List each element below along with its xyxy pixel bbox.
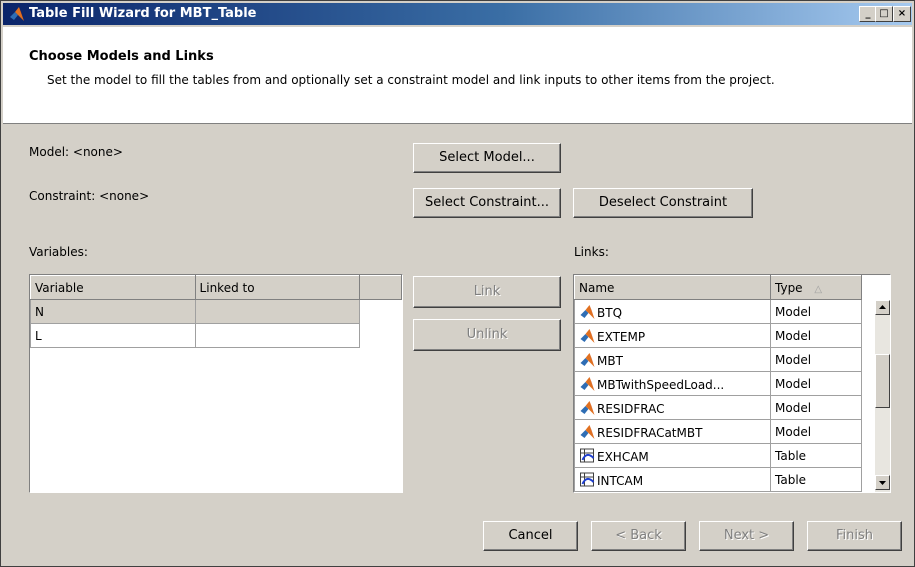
matlab-logo-icon	[10, 7, 24, 21]
link-type-cell[interactable]: Model	[770, 395, 862, 420]
link-button[interactable]: Link	[413, 276, 561, 308]
title-bar[interactable]: Table Fill Wizard for MBT_Table _ □ ×	[3, 3, 912, 25]
select-constraint-button[interactable]: Select Constraint...	[413, 188, 561, 218]
link-name: EXHCAM	[597, 449, 649, 464]
finish-button[interactable]: Finish	[807, 521, 902, 551]
step-title: Choose Models and Links	[29, 49, 214, 64]
unlink-button[interactable]: Unlink	[413, 319, 561, 351]
link-name: INTCAM	[597, 473, 644, 488]
column-header-variable[interactable]: Variable	[30, 275, 196, 300]
close-button[interactable]: ×	[893, 6, 911, 22]
link-row[interactable]: INTCAM Table	[574, 467, 862, 492]
sort-ascending-icon: △	[814, 283, 823, 295]
table-icon	[580, 472, 595, 486]
link-row[interactable]: EXHCAM Table	[574, 443, 862, 468]
link-row[interactable]: EXTEMP Model	[574, 323, 862, 348]
table-row[interactable]: L	[30, 323, 402, 348]
link-name: MBTwithSpeedLoad...	[597, 377, 725, 392]
scroll-up-button[interactable]	[875, 300, 890, 315]
link-row[interactable]: MBTwithSpeedLoad... Model	[574, 371, 862, 396]
scroll-down-button[interactable]	[875, 475, 890, 490]
link-row[interactable]: BTQ Model	[574, 299, 862, 324]
model-icon	[580, 304, 595, 319]
column-header-type[interactable]: Type △	[770, 275, 862, 300]
link-name-cell[interactable]: RESIDFRACatMBT	[574, 419, 771, 444]
model-label: Model: <none>	[29, 145, 123, 159]
variables-label: Variables:	[29, 245, 88, 259]
model-icon	[580, 376, 595, 391]
model-icon	[580, 400, 595, 415]
maximize-button[interactable]: □	[875, 6, 893, 22]
deselect-constraint-button[interactable]: Deselect Constraint	[573, 188, 753, 218]
links-scrollbar[interactable]	[875, 300, 890, 492]
link-type-cell[interactable]: Model	[770, 323, 862, 348]
linked-to-cell[interactable]	[194, 299, 361, 324]
link-name: BTQ	[597, 305, 623, 320]
wizard-header: Choose Models and Links Set the model to…	[3, 27, 912, 124]
column-header-type-label: Type	[775, 280, 803, 295]
variable-cell[interactable]: L	[30, 323, 196, 348]
link-name: RESIDFRAC	[597, 401, 665, 416]
column-header-linked-to[interactable]: Linked to	[194, 275, 361, 300]
table-row[interactable]: N	[30, 299, 402, 324]
wizard-window: Table Fill Wizard for MBT_Table _ □ × Ch…	[0, 0, 915, 567]
model-icon	[580, 352, 595, 367]
linked-to-cell[interactable]	[194, 323, 361, 348]
link-type-cell[interactable]: Table	[770, 467, 862, 492]
link-type-cell[interactable]: Table	[770, 443, 862, 468]
select-model-button[interactable]: Select Model...	[413, 143, 561, 173]
arrow-down-icon	[879, 481, 886, 485]
link-row[interactable]: MBT Model	[574, 347, 862, 372]
link-name-cell[interactable]: INTCAM	[574, 467, 771, 492]
step-description: Set the model to fill the tables from an…	[47, 73, 775, 87]
model-icon	[580, 424, 595, 439]
constraint-label: Constraint: <none>	[29, 189, 150, 203]
cancel-button[interactable]: Cancel	[483, 521, 578, 551]
table-icon	[580, 448, 595, 462]
link-name: RESIDFRACatMBT	[597, 425, 703, 440]
variables-table[interactable]: Variable Linked to N L	[29, 274, 403, 493]
link-row[interactable]: RESIDFRACatMBT Model	[574, 419, 862, 444]
variable-cell[interactable]: N	[30, 299, 196, 324]
link-name-cell[interactable]: EXTEMP	[574, 323, 771, 348]
link-name-cell[interactable]: BTQ	[574, 299, 771, 324]
link-name: MBT	[597, 353, 623, 368]
model-icon	[580, 328, 595, 343]
next-button[interactable]: Next >	[699, 521, 794, 551]
link-name: EXTEMP	[597, 329, 646, 344]
link-type-cell[interactable]: Model	[770, 299, 862, 324]
scroll-thumb[interactable]	[875, 354, 890, 408]
link-row[interactable]: RESIDFRAC Model	[574, 395, 862, 420]
link-name-cell[interactable]: EXHCAM	[574, 443, 771, 468]
link-type-cell[interactable]: Model	[770, 371, 862, 396]
links-label: Links:	[574, 245, 609, 259]
column-header-name[interactable]: Name	[574, 275, 771, 300]
column-header-filler	[359, 275, 402, 300]
back-button[interactable]: < Back	[591, 521, 686, 551]
link-name-cell[interactable]: MBT	[574, 347, 771, 372]
window-title: Table Fill Wizard for MBT_Table	[29, 6, 257, 21]
link-name-cell[interactable]: MBTwithSpeedLoad...	[574, 371, 771, 396]
links-table[interactable]: Name Type △ BTQ Model EXTEMP Model MBT Model M…	[573, 274, 891, 493]
arrow-up-icon	[879, 305, 886, 309]
link-type-cell[interactable]: Model	[770, 419, 862, 444]
link-name-cell[interactable]: RESIDFRAC	[574, 395, 771, 420]
link-type-cell[interactable]: Model	[770, 347, 862, 372]
